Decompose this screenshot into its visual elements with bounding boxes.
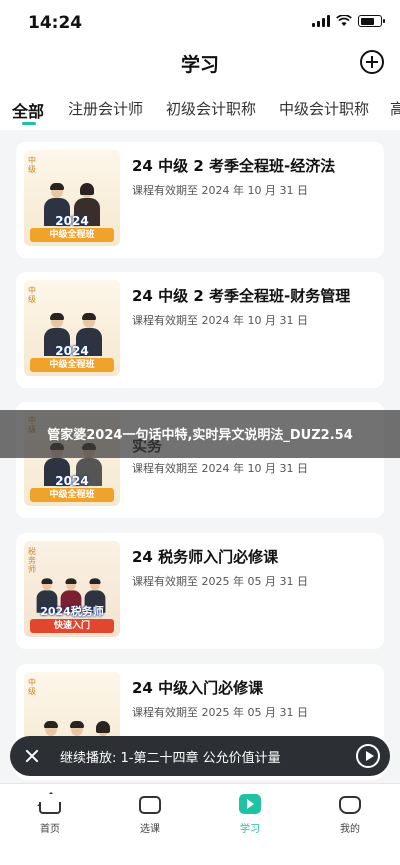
course-thumbnail: 税务师 2024税务师 快速入门 [24,541,120,637]
tab-senior[interactable]: 高 [390,98,400,119]
course-expiry: 课程有效期至 2025 年 05 月 31 日 [132,575,308,588]
tab-active-indicator [22,122,36,125]
nav-item-study[interactable]: 学习 [220,794,280,835]
bag-icon [139,796,161,814]
course-card[interactable]: 中级 2024 中级全程班 24 中级 2 考季全程班-经济法 课程有效期至 2… [16,142,384,258]
course-title: 24 税务师入门必修课 [132,548,279,566]
course-card[interactable]: 税务师 2024税务师 快速入门 24 税务师入门必修课 课程有效期至 2025… [16,533,384,649]
profile-icon [339,796,361,814]
course-expiry: 课程有效期至 2025 年 05 月 31 日 [132,706,308,719]
status-bar: 14:24 [0,0,400,44]
tab-intermediate-accountant[interactable]: 中级会计职称 [279,98,369,119]
course-card[interactable]: 中级 2024 中级全程班 24 中级 2 考季全程班-财务管理 课程有效期至 … [16,272,384,388]
category-tabs: 全部 注册会计师 初级会计职称 中级会计职称 高 [0,88,400,130]
nav-item-me[interactable]: 我的 [320,794,380,835]
course-title: 24 中级 2 考季全程班-经济法 [132,157,336,175]
course-thumbnail: 中级 2024 中级全程班 [24,280,120,376]
battery-icon [358,15,385,27]
bottom-nav: 首页 选课 学习 我的 [0,783,400,865]
close-icon[interactable] [24,748,40,764]
course-title: 24 中级 2 考季全程班-财务管理 [132,287,351,305]
signal-icon [312,15,330,27]
nav-item-courses[interactable]: 选课 [120,794,180,835]
course-expiry: 课程有效期至 2024 年 10 月 31 日 [132,184,308,197]
overlay-caption: 管家婆2024一句话中特,实时异文说明法_DUZ2.54 [0,410,400,458]
resume-playback-text: 继续播放: 1-第二十四章 公允价值计量 [60,751,281,766]
page-title: 学习 [180,54,219,76]
status-icons [312,15,385,27]
home-icon [39,802,61,814]
play-icon [239,794,261,814]
course-thumbnail: 中级 2024 中级全程班 [24,150,120,246]
overlay-caption-text: 管家婆2024一句话中特,实时异文说明法_DUZ2.54 [47,428,353,443]
tab-all[interactable]: 全部 [12,98,44,122]
course-expiry: 课程有效期至 2024 年 10 月 31 日 [132,314,308,327]
course-title: 24 中级入门必修课 [132,679,264,697]
course-expiry: 课程有效期至 2024 年 10 月 31 日 [132,462,308,475]
status-time: 14:24 [28,13,83,33]
tab-cpa[interactable]: 注册会计师 [68,98,143,119]
header: 学习 [0,44,400,88]
wifi-icon [336,15,352,26]
play-icon[interactable] [356,744,380,768]
add-button[interactable] [360,50,384,74]
resume-playback-bar[interactable]: 继续播放: 1-第二十四章 公允价值计量 [10,736,390,776]
tab-junior-accountant[interactable]: 初级会计职称 [166,98,256,119]
nav-item-home[interactable]: 首页 [20,794,80,835]
